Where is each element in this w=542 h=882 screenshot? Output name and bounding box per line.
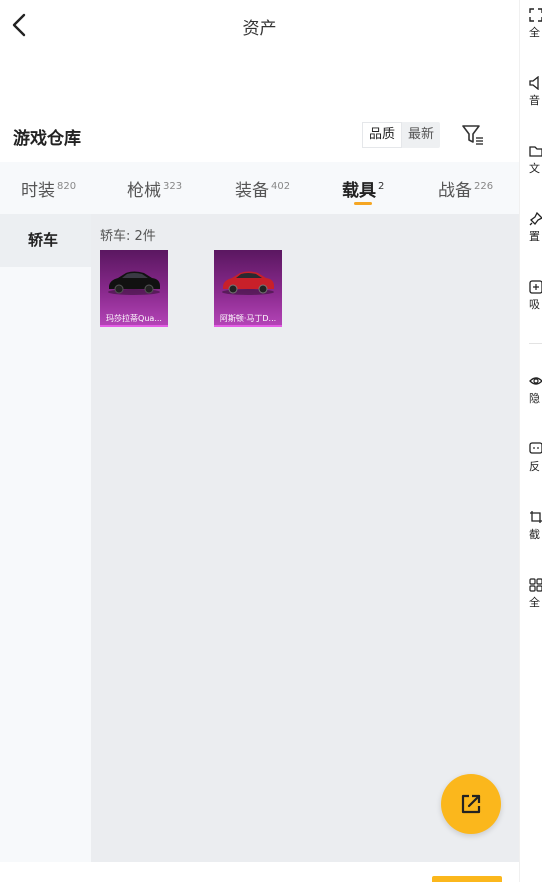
rarity-bar — [214, 325, 282, 327]
toolbar-fullscreen[interactable]: 全 — [529, 8, 542, 40]
toolbar-label: 全 — [529, 596, 540, 609]
category-tabs: 时装 820 枪械 323 装备 402 载具 2 战备 226 — [0, 162, 519, 214]
filter-button[interactable] — [460, 122, 486, 148]
tab-vehicles[interactable]: 载具 2 — [342, 176, 384, 201]
toolbar-label: 全 — [529, 26, 540, 39]
page-title: 资产 — [242, 19, 277, 39]
toolbar-label: 隐 — [529, 392, 540, 405]
feedback-icon — [529, 442, 542, 454]
sort-toggle: 品质 最新 — [362, 122, 441, 148]
section-title: 游戏仓库 — [13, 129, 81, 149]
toolbar-file[interactable]: 文 — [529, 144, 542, 176]
toolbar-attach[interactable]: 吸 — [529, 280, 542, 312]
screenshot-icon — [530, 511, 542, 523]
toolbar-label: 反 — [529, 460, 540, 473]
tab-label: 载具 — [342, 181, 376, 201]
main-panel: 资产 游戏仓库 品质 最新 时装 820 枪械 323 装备 402 载具 2 战备 22… — [0, 0, 519, 882]
sort-quality-button[interactable]: 品质 — [362, 122, 403, 148]
toolbar-label: 截 — [529, 528, 540, 541]
item-name: 阿斯顿·马丁D... — [219, 314, 277, 323]
toolbar-pin[interactable]: 置 — [529, 212, 542, 244]
car-image — [108, 271, 160, 295]
toolbar-label: 吸 — [529, 298, 540, 311]
tab-count: 2 — [378, 181, 385, 192]
toolbar-hide[interactable]: 隐 — [529, 374, 542, 406]
tab-count: 820 — [57, 181, 77, 192]
share-button[interactable] — [441, 774, 501, 834]
item-card-aston-martin[interactable]: 阿斯顿·马丁D... — [214, 250, 282, 327]
tab-supplies[interactable]: 战备 226 — [438, 176, 493, 201]
active-tab-indicator — [354, 202, 372, 205]
toolbar-label: 文 — [529, 162, 540, 175]
tab-equipment[interactable]: 装备 402 — [235, 176, 290, 201]
tab-label: 战备 — [438, 181, 472, 201]
toolbar-apps[interactable]: 全 — [529, 578, 542, 610]
apps-icon — [529, 578, 542, 592]
tab-label: 枪械 — [127, 181, 161, 201]
tab-label: 时装 — [21, 181, 55, 201]
floating-toolbar: 全 音 文 置 吸 隐 反 截 全 — [519, 0, 542, 882]
bottom-action-button[interactable] — [432, 876, 502, 882]
tab-count: 226 — [474, 181, 494, 192]
sound-icon — [529, 76, 539, 90]
toolbar-divider — [529, 343, 542, 344]
app-root: 资产 游戏仓库 品质 最新 时装 820 枪械 323 装备 402 载具 2 战备 22… — [0, 0, 542, 882]
tab-fashion[interactable]: 时装 820 — [21, 176, 76, 201]
pin-icon — [529, 212, 542, 226]
subcategory-list: 轿车 — [0, 214, 91, 862]
toolbar-label: 音 — [529, 94, 540, 107]
tab-weapons[interactable]: 枪械 323 — [127, 176, 182, 201]
folder-icon — [529, 146, 542, 157]
attach-icon — [529, 280, 542, 294]
eye-icon — [529, 377, 542, 385]
car-image — [222, 271, 274, 295]
toolbar-sound[interactable]: 音 — [529, 76, 542, 108]
tab-count: 323 — [163, 181, 183, 192]
toolbar-screenshot[interactable]: 截 — [529, 510, 542, 542]
tab-label: 装备 — [235, 181, 269, 201]
sidebar-item-sedan[interactable]: 轿车 — [0, 214, 91, 267]
filter-icon — [462, 125, 483, 145]
tab-count: 402 — [271, 181, 291, 192]
item-grid: 轿车: 2件 玛莎拉蒂Qua... 阿斯顿·马丁D... — [91, 214, 519, 862]
share-icon — [461, 794, 481, 814]
group-label: 轿车: 2件 — [100, 229, 156, 244]
toolbar-label: 置 — [529, 230, 540, 243]
item-card-maserati[interactable]: 玛莎拉蒂Qua... — [100, 250, 168, 327]
rarity-bar — [100, 325, 168, 327]
sort-latest-button[interactable]: 最新 — [402, 122, 440, 148]
header: 资产 — [0, 0, 519, 52]
toolbar-feedback[interactable]: 反 — [529, 442, 542, 474]
item-name: 玛莎拉蒂Qua... — [106, 314, 162, 323]
fullscreen-icon — [529, 8, 542, 22]
